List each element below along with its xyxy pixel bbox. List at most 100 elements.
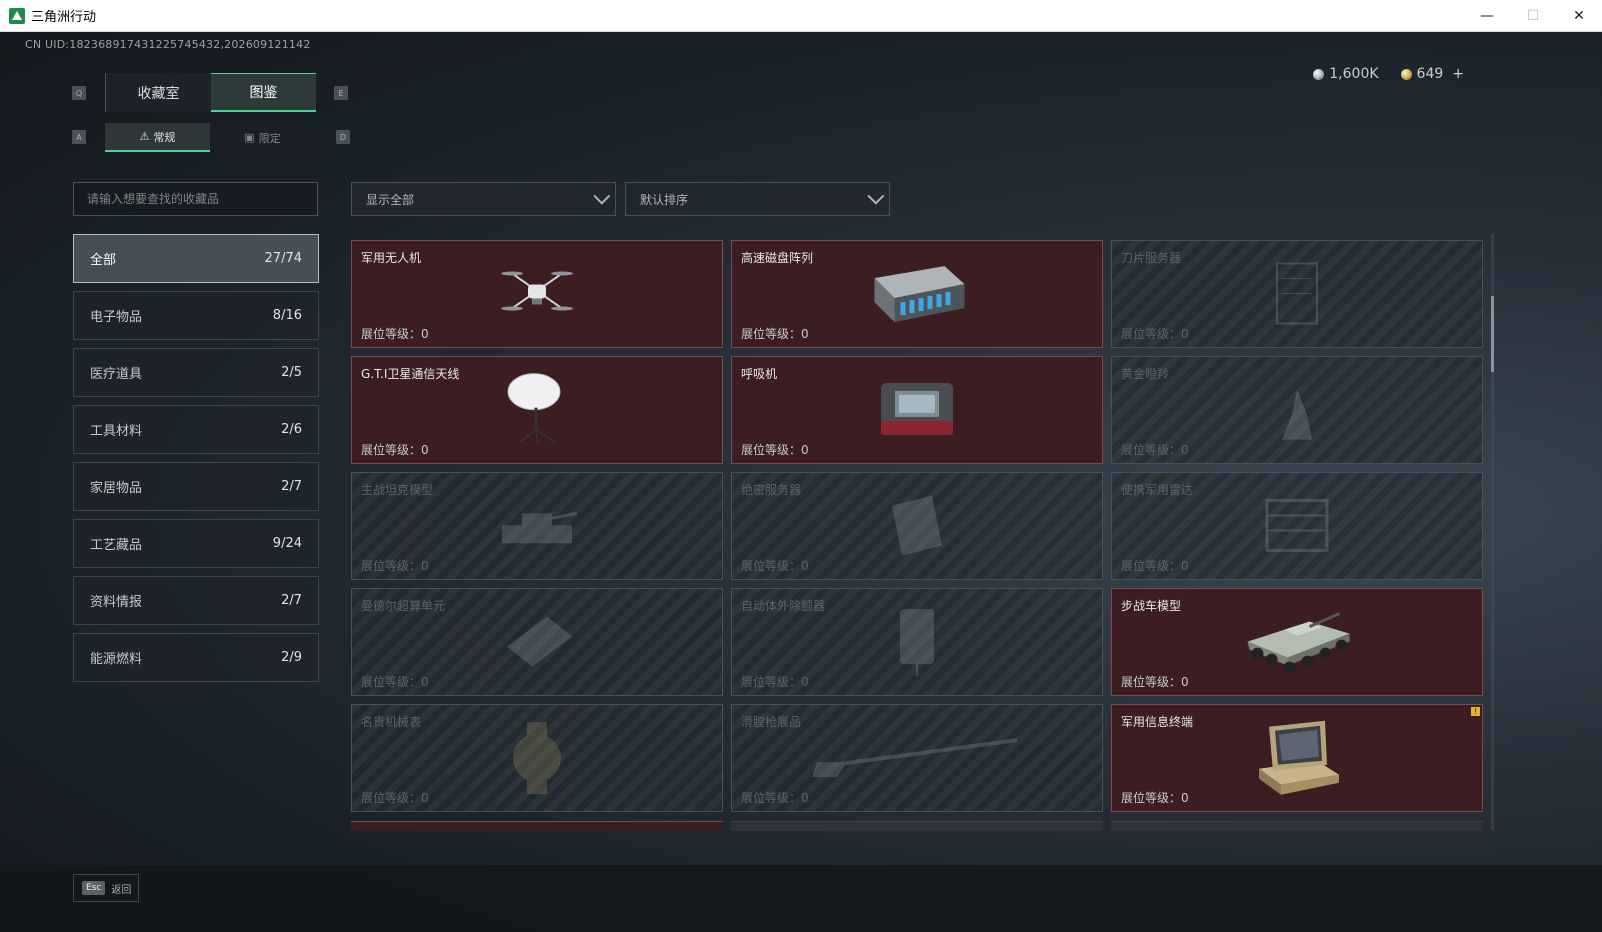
tab-limited[interactable]: ▣ 限定	[210, 123, 315, 152]
category-count: 2/9	[281, 650, 302, 665]
search-box	[73, 182, 318, 216]
tab-collection-room[interactable]: 收藏室	[106, 73, 211, 112]
sort-dropdown[interactable]: 默认排序	[625, 182, 890, 216]
close-button[interactable]: ✕	[1556, 0, 1602, 31]
display-level: 展位等级：0	[741, 789, 809, 806]
category-count: 2/6	[281, 422, 302, 437]
category-fuel[interactable]: 能源燃料 2/9	[73, 633, 319, 682]
scrollbar-thumb[interactable]	[1491, 296, 1494, 372]
partial-card[interactable]	[1111, 821, 1483, 831]
collection-card[interactable]: 主战坦克模型 展位等级：0	[351, 472, 723, 580]
silver-coin-icon	[1313, 68, 1325, 80]
collection-card[interactable]: 刀片服务器 展位等级：0	[1111, 240, 1483, 348]
collection-card[interactable]: 名贵机械表 展位等级：0	[351, 704, 723, 812]
category-medical[interactable]: 医疗道具 2/5	[73, 348, 319, 397]
display-level: 展位等级：0	[361, 789, 429, 806]
display-level: 展位等级：0	[741, 673, 809, 690]
category-count: 27/74	[264, 251, 302, 266]
display-level: 展位等级：0	[1121, 441, 1189, 458]
collection-card[interactable]: 滑膛枪展品 展位等级：0	[731, 704, 1103, 812]
tab-limited-label: 限定	[258, 131, 281, 145]
musket-icon	[807, 732, 1027, 786]
collection-card[interactable]: 自动体外除颤器 展位等级：0	[731, 588, 1103, 696]
category-label: 工具材料	[90, 424, 143, 439]
display-level: 展位等级：0	[1121, 789, 1189, 806]
collection-card[interactable]: 呼吸机 展位等级：0	[731, 356, 1103, 464]
collection-item-name: 呼吸机	[741, 367, 778, 381]
display-level-value: 0	[801, 327, 809, 341]
collection-card[interactable]: 高速磁盘阵列 展位等级：0	[731, 240, 1103, 348]
display-level-label: 展位等级：	[741, 559, 802, 573]
search-input[interactable]	[74, 183, 317, 215]
display-level: 展位等级：0	[361, 325, 429, 342]
category-crafts[interactable]: 工艺藏品 9/24	[73, 519, 319, 568]
category-label: 医疗道具	[90, 367, 143, 382]
collection-card[interactable]: 绝密服务器 展位等级：0	[731, 472, 1103, 580]
collection-card[interactable]: 军用无人机 展位等级：0	[351, 240, 723, 348]
partial-card[interactable]	[351, 821, 723, 831]
tab-regular[interactable]: ⚠︎ 常规	[105, 123, 210, 152]
display-level-label: 展位等级：	[741, 443, 802, 457]
category-household[interactable]: 家居物品 2/7	[73, 462, 319, 511]
category-label: 工艺藏品	[90, 538, 143, 553]
category-list: 全部 27/74 电子物品 8/16 医疗道具 2/5 工具材料 2/6 家居物…	[73, 234, 319, 690]
uid-text: CN UID:18236891743122574543​2,2026091211…	[25, 38, 311, 51]
collection-item-name: G.T.I卫星通信天线	[361, 367, 460, 381]
display-level-label: 展位等级：	[361, 559, 422, 573]
display-level: 展位等级：0	[361, 673, 429, 690]
grid-scrollbar[interactable]	[1491, 234, 1494, 830]
secret-server-icon	[882, 486, 952, 570]
window-controls: — ☐ ✕	[1464, 0, 1602, 31]
collection-item-name: 刀片服务器	[1121, 251, 1182, 265]
maximize-button[interactable]: ☐	[1510, 0, 1556, 31]
display-level-value: 0	[1181, 791, 1189, 805]
display-level: 展位等级：0	[1121, 673, 1189, 690]
collection-card[interactable]: 便携军用雷达 展位等级：0	[1111, 472, 1483, 580]
display-level: 展位等级：0	[741, 557, 809, 574]
silver-amount: 1,600K	[1329, 66, 1379, 82]
collection-card[interactable]: 曼德尔超算单元 展位等级：0	[351, 588, 723, 696]
window-titlebar: 三角洲行动 — ☐ ✕	[0, 0, 1602, 32]
display-filter-dropdown[interactable]: 显示全部	[351, 182, 616, 216]
collection-card[interactable]: 军用信息终端 展位等级：0!	[1111, 704, 1483, 812]
back-label: 返回	[111, 884, 132, 896]
category-label: 电子物品	[90, 310, 143, 325]
category-label: 能源燃料	[90, 652, 143, 667]
display-level-label: 展位等级：	[1121, 443, 1182, 457]
category-tools[interactable]: 工具材料 2/6	[73, 405, 319, 454]
category-electronics[interactable]: 电子物品 8/16	[73, 291, 319, 340]
category-count: 2/7	[281, 479, 302, 494]
main-tabs: 收藏室 图鉴	[105, 73, 316, 112]
gold-currency[interactable]: 649 +	[1400, 66, 1464, 82]
back-button[interactable]: Esc 返回	[73, 874, 139, 902]
add-currency-button[interactable]: +	[1452, 66, 1464, 82]
display-level-label: 展位等级：	[741, 327, 802, 341]
key-hint-e: E	[334, 86, 348, 100]
display-level-label: 展位等级：	[741, 675, 802, 689]
collection-card[interactable]: G.T.I卫星通信天线 展位等级：0	[351, 356, 723, 464]
category-count: 8/16	[272, 308, 302, 323]
collection-item-name: 军用信息终端	[1121, 715, 1194, 729]
gold-amount: 649	[1416, 66, 1444, 82]
partial-card[interactable]	[731, 821, 1103, 831]
minimize-button[interactable]: —	[1464, 0, 1510, 31]
collection-grid: 军用无人机 展位等级：0 高速磁盘阵列 展位等级：0 刀片服务器 展位等级：0 G.T.I卫…	[351, 240, 1484, 830]
collection-card[interactable]: 黄金瞪羚 展位等级：0	[1111, 356, 1483, 464]
category-intel[interactable]: 资料情报 2/7	[73, 576, 319, 625]
tab-catalog[interactable]: 图鉴	[211, 73, 316, 112]
display-level-value: 0	[421, 791, 429, 805]
app-logo-icon	[9, 7, 25, 24]
display-level: 展位等级：0	[361, 441, 429, 458]
display-level-label: 展位等级：	[361, 327, 422, 341]
display-level-value: 0	[421, 559, 429, 573]
satellite-dish-icon	[502, 370, 572, 454]
display-filter-value: 显示全部	[366, 192, 415, 207]
collection-card[interactable]: 步战车模型 展位等级：0	[1111, 588, 1483, 696]
category-all[interactable]: 全部 27/74	[73, 234, 319, 283]
display-level-label: 展位等级：	[1121, 675, 1182, 689]
category-label: 家居物品	[90, 481, 143, 496]
category-label: 全部	[90, 253, 117, 268]
display-level-value: 0	[1181, 559, 1189, 573]
display-level-value: 0	[421, 327, 429, 341]
supercomputer-icon	[497, 606, 577, 680]
